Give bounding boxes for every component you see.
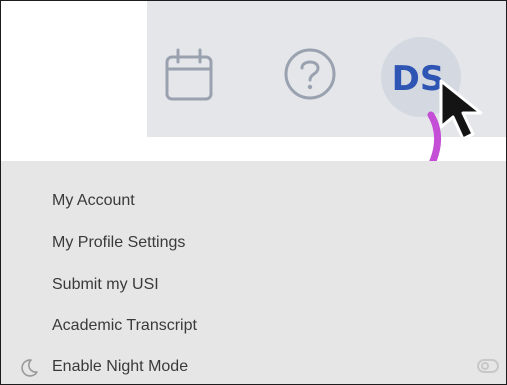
moon-icon <box>21 359 38 377</box>
toggle-knob <box>481 362 489 370</box>
calendar-icon <box>165 48 213 101</box>
menu-item-profile-settings[interactable]: My Profile Settings <box>52 233 185 253</box>
user-avatar-button[interactable]: DS <box>381 37 461 117</box>
menu-item-academic-transcript[interactable]: Academic Transcript <box>52 316 197 336</box>
menu-item-submit-usi[interactable]: Submit my USI <box>52 275 159 295</box>
night-mode-toggle[interactable] <box>477 359 499 373</box>
calendar-button[interactable] <box>163 47 215 103</box>
screenshot-frame: DS My Account My Profile Settings Submit… <box>0 0 507 385</box>
help-button[interactable] <box>282 46 338 102</box>
account-dropdown-menu: My Account My Profile Settings Submit my… <box>1 161 506 384</box>
night-mode-row[interactable]: Enable Night Mode <box>1 353 506 381</box>
avatar-initials: DS <box>391 59 445 99</box>
night-mode-label: Enable Night Mode <box>52 358 189 375</box>
menu-item-my-account[interactable]: My Account <box>52 191 135 211</box>
header-bar: DS <box>147 1 506 137</box>
help-circle-icon <box>284 48 336 100</box>
